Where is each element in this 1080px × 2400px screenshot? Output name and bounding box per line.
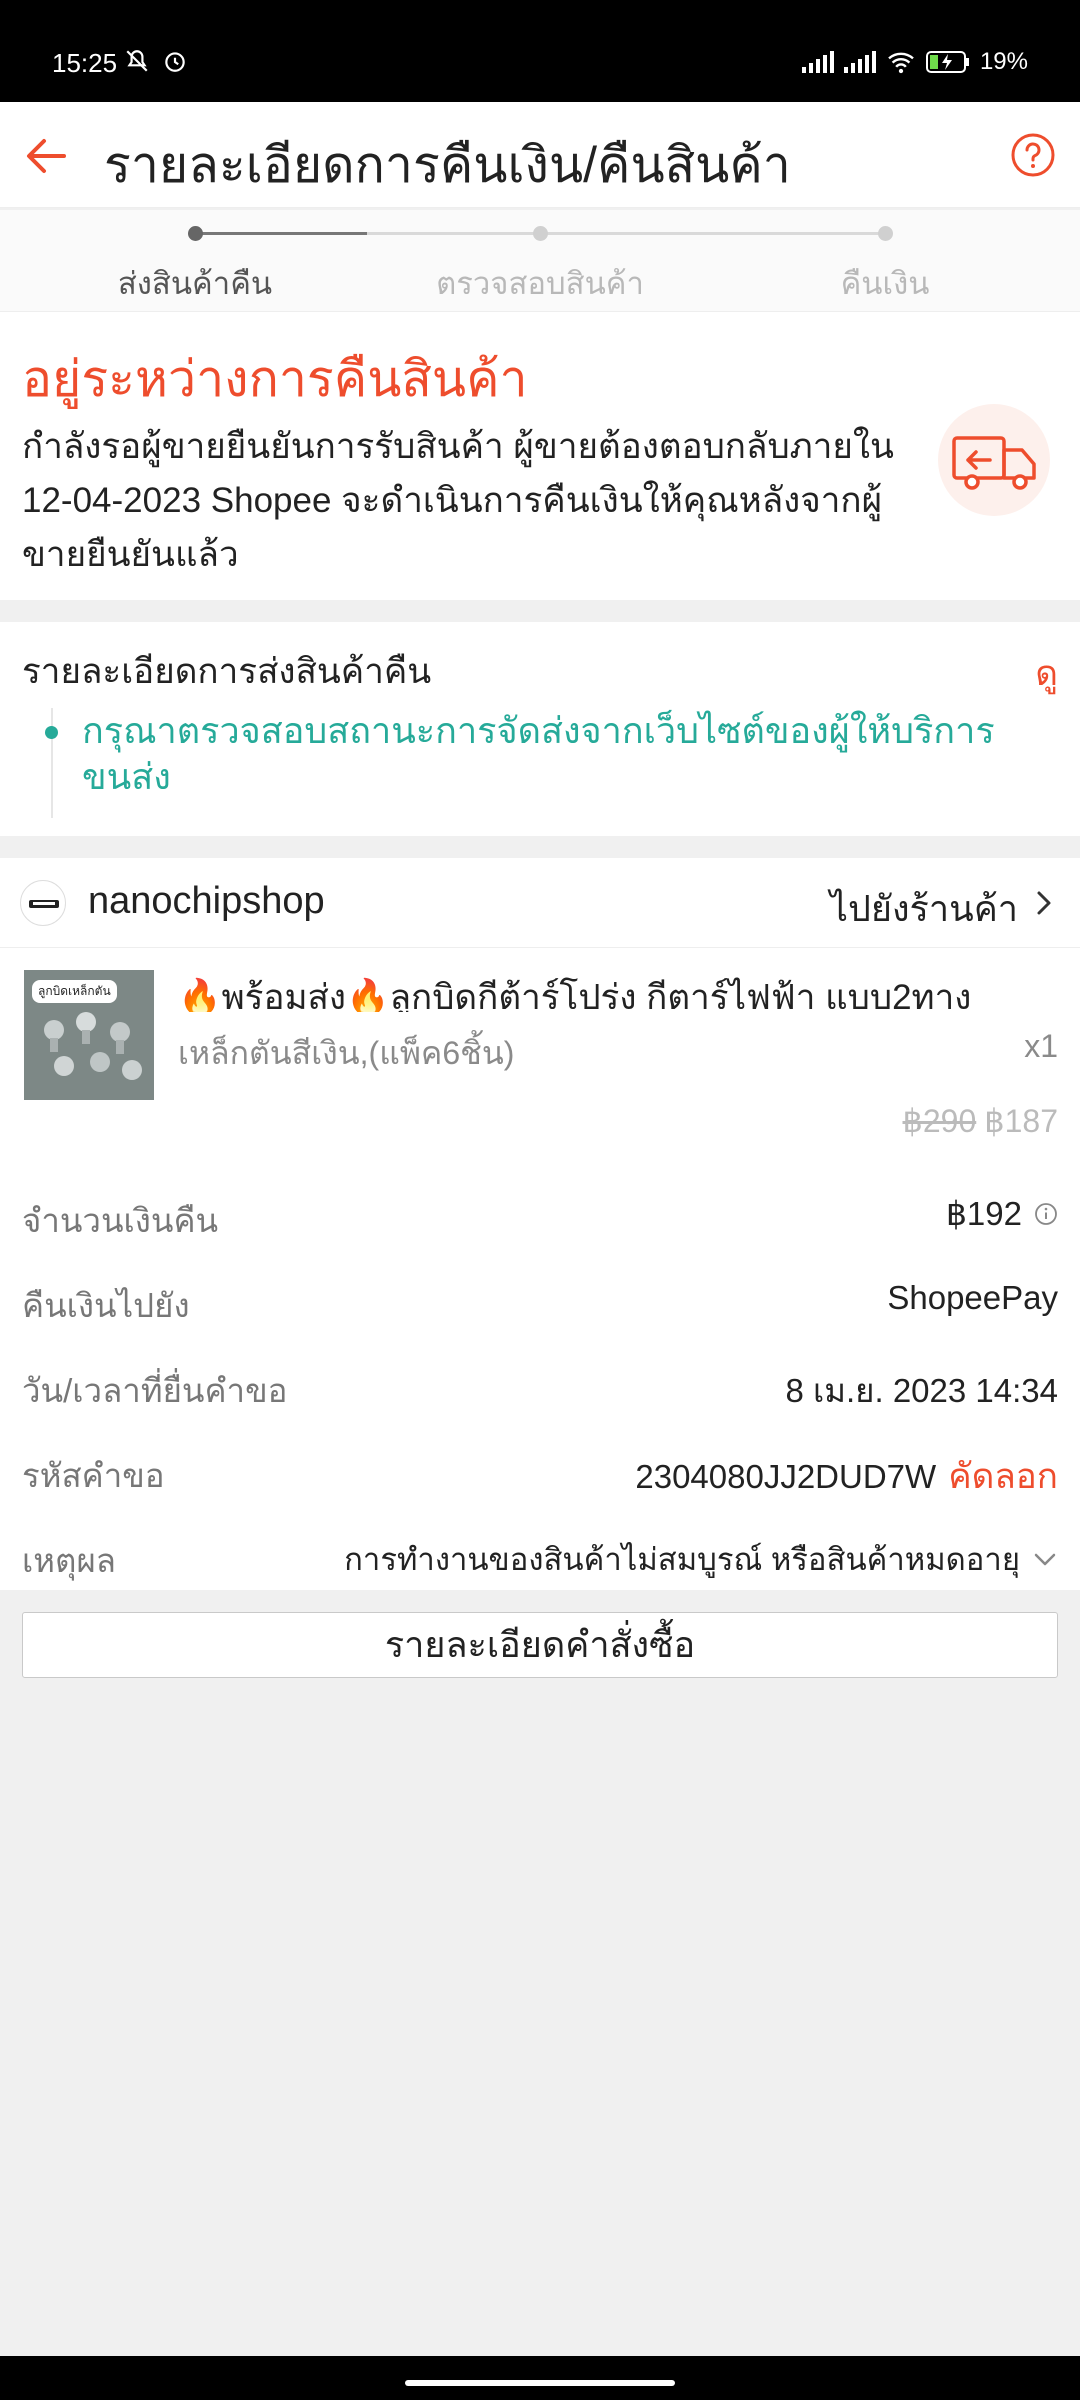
request-time-value: 8 เม.ย. 2023 14:34 xyxy=(785,1372,1058,1409)
chevron-down-icon[interactable] xyxy=(1032,1549,1058,1569)
refund-amount-row: จำนวนเงินคืน ฿192 xyxy=(0,1174,1080,1259)
timeline-dot xyxy=(45,726,58,739)
request-id-label: รหัสคำขอ xyxy=(22,1457,165,1494)
view-shipping-link[interactable]: ดู xyxy=(1035,646,1058,701)
shop-name: nanochipshop xyxy=(88,880,325,922)
step-label-return: ส่งสินค้าคืน xyxy=(117,266,273,301)
request-id-row: รหัสคำขอ 2304080JJ2DUD7W คัดลอก xyxy=(0,1429,1080,1514)
sale-price: ฿187 xyxy=(984,1103,1058,1139)
info-icon[interactable] xyxy=(1034,1202,1058,1226)
refund-to-label: คืนเงินไปยัง xyxy=(22,1287,190,1324)
product-prices: ฿290 ฿187 xyxy=(903,1102,1059,1140)
shop-row[interactable]: nanochipshop ไปยังร้านค้า xyxy=(0,858,1080,948)
step-dot-3 xyxy=(878,226,893,241)
stepper-track-done xyxy=(195,232,367,235)
step-dot-2 xyxy=(533,226,548,241)
back-arrow-icon[interactable] xyxy=(22,132,70,180)
stepper-track-pending xyxy=(367,232,885,235)
order-card: nanochipshop ไปยังร้านค้า ลูกบิดเหล็กตัน… xyxy=(0,858,1080,1590)
request-time-row: วัน/เวลาที่ยื่นคำขอ 8 เม.ย. 2023 14:34 xyxy=(0,1344,1080,1429)
step-dot-1 xyxy=(188,226,203,241)
chevron-right-icon xyxy=(1037,891,1051,915)
go-to-shop-link[interactable]: ไปยังร้านค้า xyxy=(830,880,1018,937)
product-item[interactable]: ลูกบิดเหล็กตัน 🔥พร้อมส่ง🔥ลูกบิดกีต้าร์โป… xyxy=(0,966,1080,1154)
order-details-button[interactable]: รายละเอียดคำสั่งซื้อ xyxy=(22,1612,1058,1678)
tracking-message: กรุณาตรวจสอบสถานะการจัดส่งจากเว็บไซต์ของ… xyxy=(82,710,995,797)
signal-icon xyxy=(801,51,834,73)
copy-button[interactable]: คัดลอก xyxy=(948,1449,1058,1504)
mute-bell-icon xyxy=(126,50,148,72)
refund-amount-label: จำนวนเงินคืน xyxy=(22,1202,219,1239)
return-shipping-card: รายละเอียดการส่งสินค้าคืน ดู กรุณาตรวจสอ… xyxy=(0,622,1080,836)
step-label-refund: คืนเงิน xyxy=(840,266,930,301)
help-icon[interactable] xyxy=(1010,132,1056,178)
product-name: 🔥พร้อมส่ง🔥ลูกบิดกีต้าร์โปร่ง กีตาร์ไฟฟ้า… xyxy=(178,978,972,1012)
return-status-card: อยู่ระหว่างการคืนสินค้า กำลังรอผู้ขายยืน… xyxy=(0,312,1080,600)
shop-avatar xyxy=(20,880,66,926)
refund-to-row: คืนเงินไปยัง ShopeePay xyxy=(0,1259,1080,1344)
page-title: รายละเอียดการคืนเงิน/คืนสินค้า xyxy=(104,137,791,193)
refund-amount-value: ฿192 xyxy=(945,1195,1022,1232)
request-id-value: 2304080JJ2DUD7W xyxy=(635,1457,937,1495)
product-thumbnail: ลูกบิดเหล็กตัน xyxy=(24,970,154,1100)
status-heading: อยู่ระหว่างการคืนสินค้า xyxy=(22,351,528,407)
status-description: กำลังรอผู้ขายยืนยันการรับสินค้า ผู้ขายต้… xyxy=(22,427,894,574)
step-label-inspect: ตรวจสอบสินค้า xyxy=(436,266,644,301)
signal-icon-2 xyxy=(843,51,876,73)
battery-icon xyxy=(925,51,969,73)
shipping-details-label: รายละเอียดการส่งสินค้าคืน xyxy=(22,652,432,691)
status-bar: 15:25 19% xyxy=(0,0,1080,102)
app-bar: รายละเอียดการคืนเงิน/คืนสินค้า xyxy=(0,102,1080,208)
gesture-nav-bar xyxy=(0,2356,1080,2400)
request-time-label: วัน/เวลาที่ยื่นคำขอ xyxy=(22,1372,288,1409)
reason-row[interactable]: เหตุผล การทำงานของสินค้าไม่สมบูรณ์ หรือส… xyxy=(0,1514,1080,1599)
progress-stepper: ส่งสินค้าคืน ตรวจสอบสินค้า คืนเงิน xyxy=(0,210,1080,312)
status-time: 15:25 xyxy=(52,48,118,78)
thumbnail-tag: ลูกบิดเหล็กตัน xyxy=(32,980,117,1003)
battery-percent: 19% xyxy=(979,48,1028,75)
alarm-icon xyxy=(165,52,185,72)
timeline-line xyxy=(51,708,53,818)
product-quantity: x1 xyxy=(1024,1028,1058,1064)
return-truck-icon xyxy=(938,404,1050,516)
refund-to-value: ShopeePay xyxy=(887,1279,1058,1316)
product-variant: เหล็กตันสีเงิน,(แพ็ค6ชิ้น) xyxy=(178,1035,515,1071)
reason-value: การทำงานของสินค้าไม่สมบูรณ์ หรือสินค้าหม… xyxy=(344,1542,1020,1577)
reason-label: เหตุผล xyxy=(22,1542,117,1579)
wifi-icon xyxy=(888,52,914,74)
home-indicator[interactable] xyxy=(405,2380,675,2386)
original-price: ฿290 xyxy=(902,1103,977,1139)
refund-info: จำนวนเงินคืน ฿192 คืนเงินไปยัง ShopeePay… xyxy=(0,1174,1080,1599)
